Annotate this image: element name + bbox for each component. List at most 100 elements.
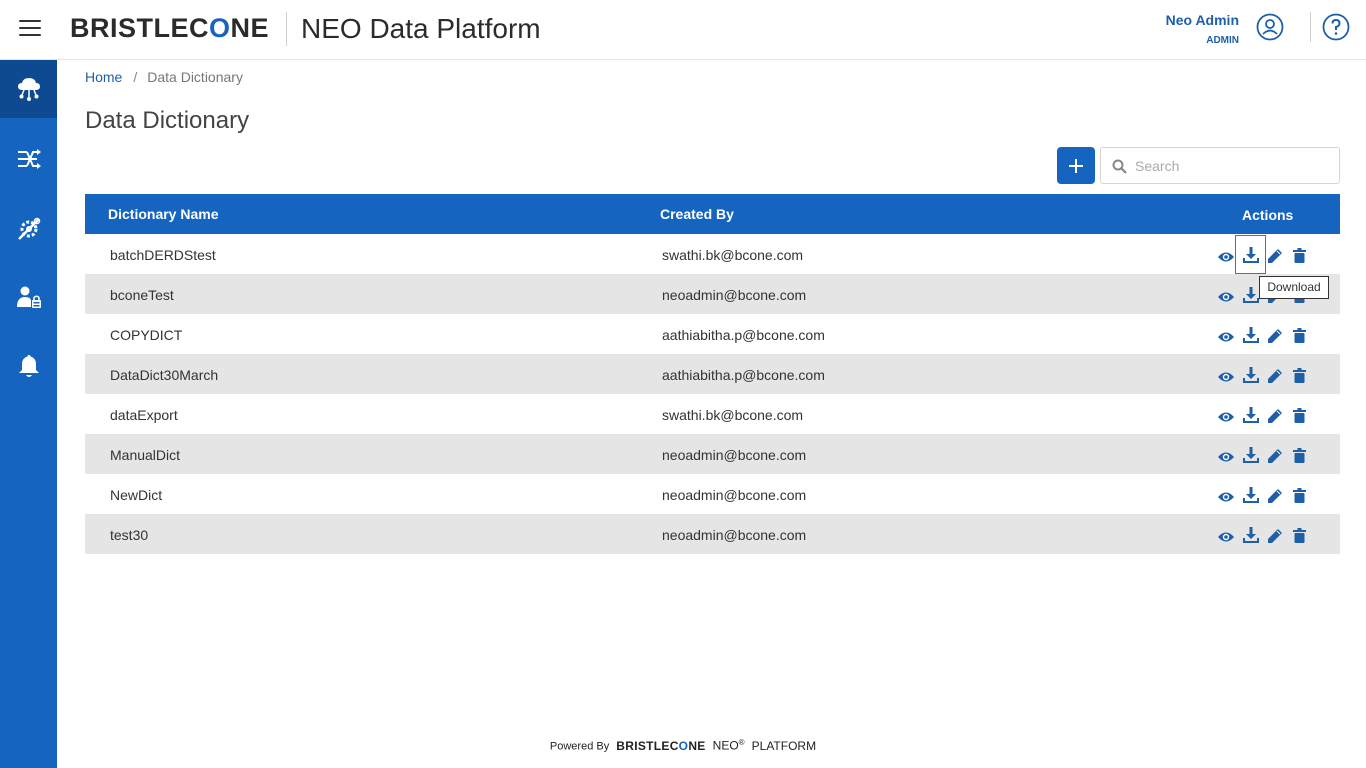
sidebar-item-flows[interactable] <box>0 130 57 188</box>
dictionary-table: Dictionary Name Created By Actions batch… <box>85 194 1340 554</box>
cell-dictionary-name: batchDERDStest <box>110 247 216 263</box>
trash-icon[interactable] <box>1290 245 1308 265</box>
download-icon[interactable] <box>1242 285 1260 305</box>
cell-created-by: neoadmin@bcone.com <box>662 447 807 463</box>
user-role: ADMIN <box>1206 35 1239 46</box>
footer-platform: PLATFORM <box>751 738 817 753</box>
footer: Powered By BRISTLECONE NEO® PLATFORM <box>0 738 1366 753</box>
trash-icon[interactable] <box>1290 325 1308 345</box>
download-icon[interactable] <box>1242 445 1260 465</box>
pencil-icon[interactable] <box>1266 486 1284 506</box>
app-title: NEO Data Platform <box>301 13 541 44</box>
footer-brand-logo: BRISTLECONE <box>616 739 705 753</box>
logo-o: O <box>209 13 231 43</box>
pencil-icon[interactable] <box>1266 246 1284 266</box>
shuffle-flow-icon <box>17 149 41 169</box>
search-icon <box>1112 159 1127 174</box>
cell-dictionary-name: bconeTest <box>110 287 174 303</box>
breadcrumb: Home / Data Dictionary <box>85 69 243 85</box>
row-actions <box>1217 445 1317 465</box>
row-actions <box>1217 365 1317 385</box>
cell-created-by: neoadmin@bcone.com <box>662 527 807 543</box>
cell-created-by: swathi.bk@bcone.com <box>662 407 804 423</box>
eye-icon[interactable] <box>1217 447 1235 467</box>
trash-icon[interactable] <box>1290 405 1308 425</box>
footer-registered: ® <box>738 738 745 747</box>
cell-created-by: neoadmin@bcone.com <box>662 287 807 303</box>
cell-dictionary-name: NewDict <box>110 487 163 503</box>
cell-dictionary-name: test30 <box>110 527 149 543</box>
eye-icon[interactable] <box>1217 327 1235 347</box>
breadcrumb-current: Data Dictionary <box>147 69 243 85</box>
eye-icon[interactable] <box>1217 407 1235 427</box>
sidebar-item-user-access[interactable] <box>0 268 57 326</box>
row-actions <box>1217 525 1317 545</box>
eye-icon[interactable] <box>1217 487 1235 507</box>
pencil-icon[interactable] <box>1266 366 1284 386</box>
page-title: Data Dictionary <box>85 107 250 134</box>
pencil-icon[interactable] <box>1266 446 1284 466</box>
sidebar-item-notifications[interactable] <box>0 337 57 395</box>
table-row: batchDERDStest swathi.bk@bcone.com <box>85 234 1340 274</box>
eye-icon[interactable] <box>1217 527 1235 547</box>
cell-dictionary-name: dataExport <box>110 407 178 423</box>
table-row: NewDict neoadmin@bcone.com <box>85 474 1340 514</box>
trash-icon[interactable] <box>1290 485 1308 505</box>
cell-dictionary-name: COPYDICT <box>110 327 183 343</box>
sidebar-item-data-platform[interactable] <box>0 60 57 118</box>
download-icon[interactable] <box>1242 365 1260 385</box>
column-header-actions: Actions <box>1242 207 1294 223</box>
table-row: ManualDict neoadmin@bcone.com <box>85 434 1340 474</box>
table-body: batchDERDStest swathi.bk@bcone.com bconeTe… <box>85 234 1340 554</box>
cloud-network-icon <box>17 78 40 101</box>
add-dictionary-button[interactable] <box>1057 147 1095 184</box>
bristlecone-logo: BRISTLECONE <box>70 13 269 44</box>
user-icon[interactable] <box>1256 13 1284 41</box>
column-header-created-by[interactable]: Created By <box>660 206 734 222</box>
download-icon[interactable] <box>1242 405 1260 425</box>
sidebar-item-settings[interactable] <box>0 200 57 258</box>
table-row: test30 neoadmin@bcone.com <box>85 514 1340 554</box>
top-header: BRISTLECONE NEO Data Platform Neo Admin … <box>0 0 1366 60</box>
pencil-icon[interactable] <box>1266 526 1284 546</box>
download-icon[interactable] <box>1242 485 1260 505</box>
download-icon[interactable] <box>1242 525 1260 545</box>
trash-icon[interactable] <box>1290 445 1308 465</box>
user-lock-icon <box>16 286 41 308</box>
bell-icon <box>18 355 39 377</box>
row-actions <box>1217 325 1317 345</box>
eye-icon[interactable] <box>1217 247 1235 267</box>
breadcrumb-home-link[interactable]: Home <box>85 69 122 85</box>
trash-icon[interactable] <box>1290 365 1308 385</box>
download-icon[interactable] <box>1242 325 1260 345</box>
menu-icon[interactable] <box>19 20 41 38</box>
search-input[interactable] <box>1135 155 1330 177</box>
column-header-dictionary-name[interactable]: Dictionary Name <box>108 206 218 222</box>
table-header: Dictionary Name Created By Actions <box>85 194 1340 234</box>
cell-created-by: aathiabitha.p@bcone.com <box>662 327 825 343</box>
eye-icon[interactable] <box>1217 287 1235 307</box>
plus-icon <box>1069 158 1083 173</box>
search-box <box>1100 147 1340 184</box>
cell-dictionary-name: DataDict30March <box>110 367 219 383</box>
footer-brand-suffix: NE <box>688 738 706 753</box>
footer-brand-o: O <box>678 738 689 753</box>
row-actions <box>1217 405 1317 425</box>
pencil-icon[interactable] <box>1266 406 1284 426</box>
trash-icon[interactable] <box>1290 525 1308 545</box>
download-tooltip: Download <box>1259 276 1329 299</box>
footer-neo: NEO <box>712 738 739 753</box>
gear-tools-icon <box>17 217 40 240</box>
row-actions <box>1217 485 1317 505</box>
footer-powered-by: Powered By <box>549 740 610 753</box>
breadcrumb-separator: / <box>133 69 138 85</box>
user-name[interactable]: Neo Admin <box>1166 12 1239 28</box>
cell-created-by: aathiabitha.p@bcone.com <box>662 367 825 383</box>
logo-prefix: BRISTLEC <box>70 13 209 43</box>
pencil-icon[interactable] <box>1266 326 1284 346</box>
cell-created-by: neoadmin@bcone.com <box>662 487 807 503</box>
eye-icon[interactable] <box>1217 367 1235 387</box>
help-icon[interactable] <box>1322 13 1350 41</box>
table-row: dataExport swathi.bk@bcone.com <box>85 394 1340 434</box>
download-icon[interactable] <box>1242 245 1260 265</box>
